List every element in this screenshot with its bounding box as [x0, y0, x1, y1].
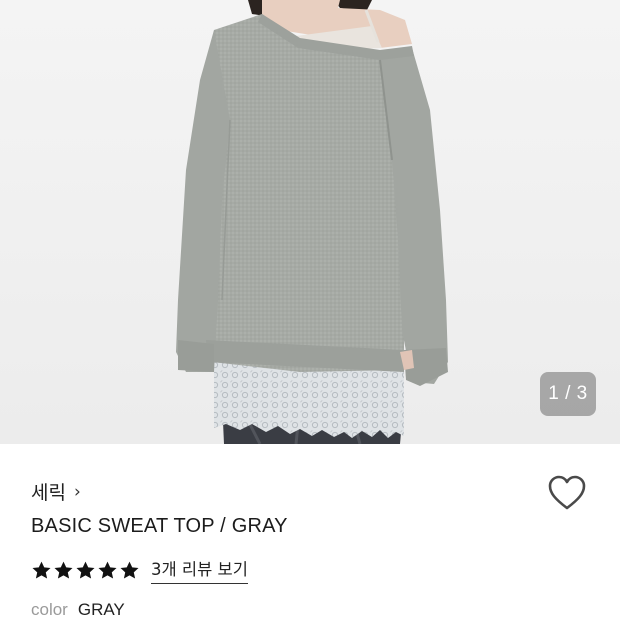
brand-link[interactable]: 세릭 › — [31, 478, 81, 505]
star-filled-icon — [120, 561, 139, 579]
star-filled-icon — [98, 561, 117, 579]
product-title: BASIC SWEAT TOP / GRAY — [31, 515, 288, 537]
product-photo — [0, 0, 620, 444]
image-pager-indicator: 1 / 3 — [540, 372, 596, 416]
star-filled-icon — [32, 561, 51, 579]
star-rating — [31, 560, 140, 581]
rating-row: 3개 리뷰 보기 — [31, 556, 248, 584]
option-value: GRAY — [77, 600, 125, 619]
star-filled-icon — [76, 561, 95, 579]
star-filled-icon — [54, 561, 73, 579]
option-label: color — [31, 600, 68, 619]
option-row: color GRAY — [31, 600, 125, 620]
chevron-right-icon: › — [73, 481, 81, 502]
product-image-gallery[interactable]: 1 / 3 — [0, 0, 620, 444]
heart-outline-icon — [548, 475, 586, 510]
wishlist-heart-button[interactable] — [547, 474, 587, 512]
brand-name: 세릭 — [31, 482, 66, 504]
view-reviews-link[interactable]: 3개 리뷰 보기 — [151, 556, 248, 584]
